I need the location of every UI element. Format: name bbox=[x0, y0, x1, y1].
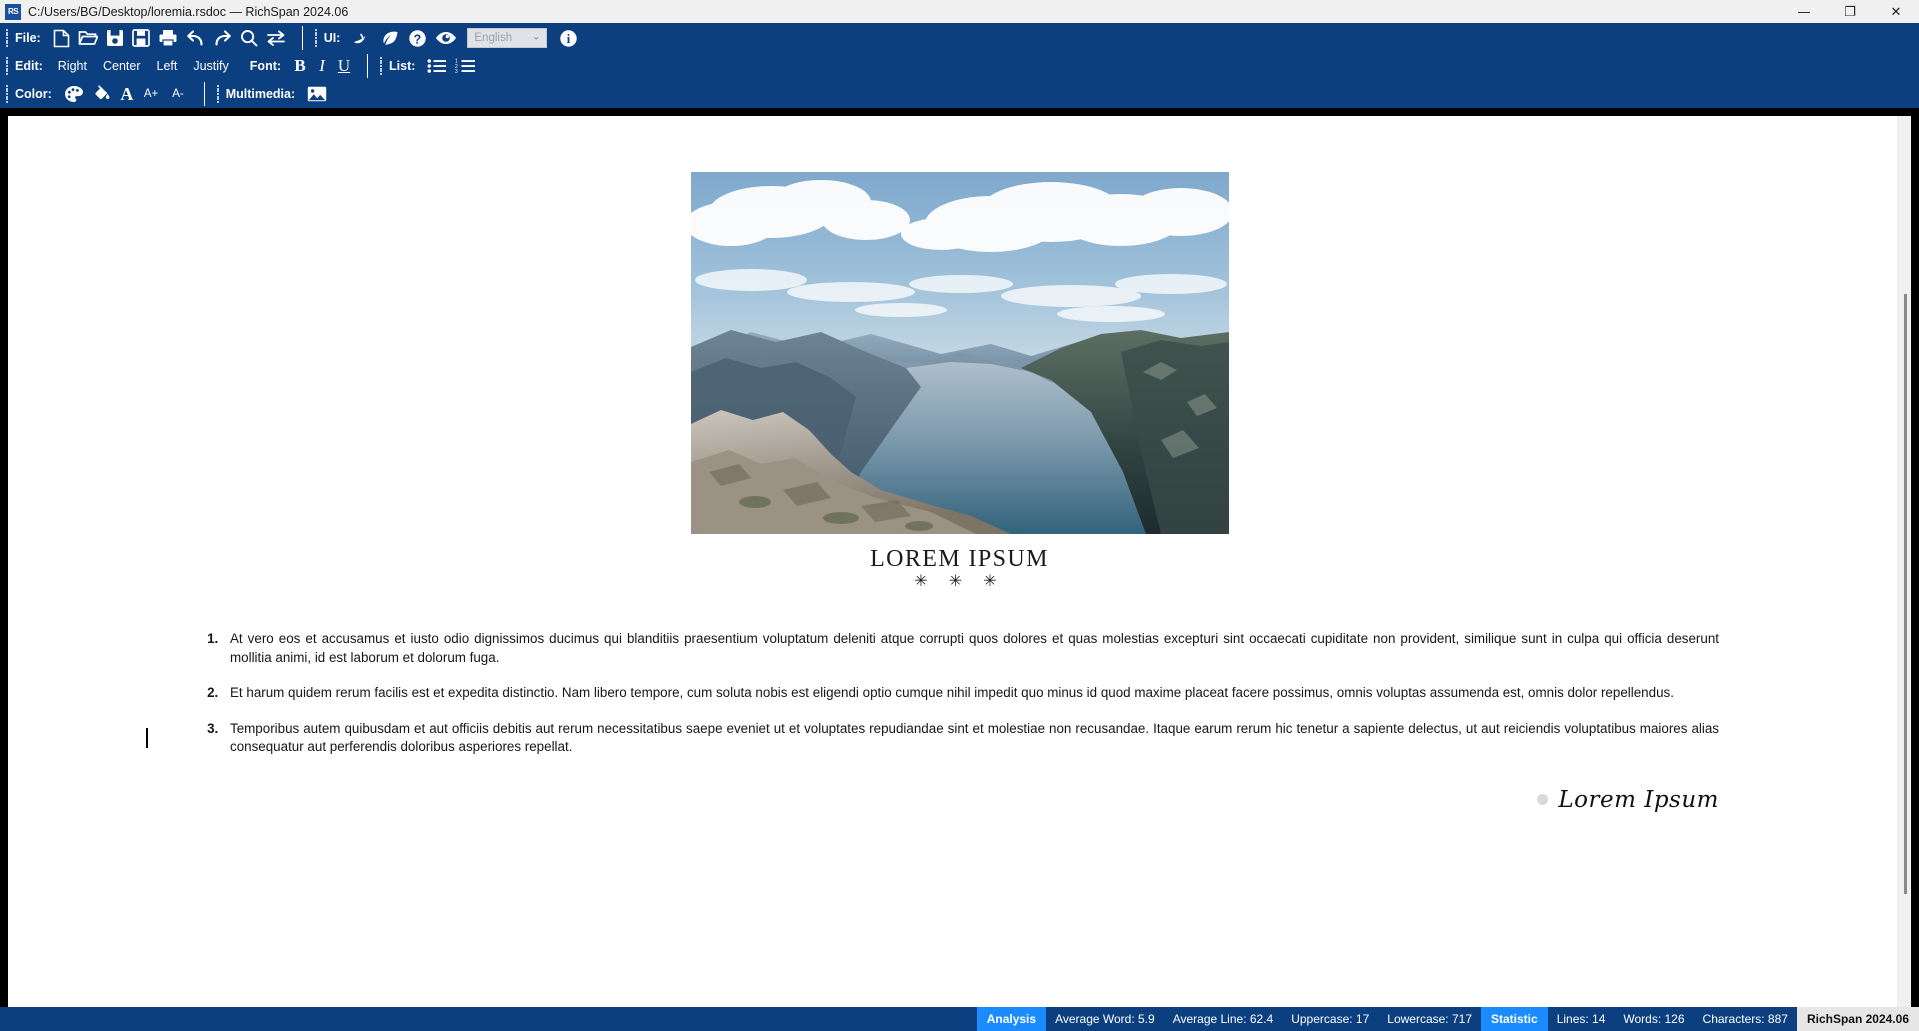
color-toolbar-group: Color: A A+ A- bbox=[0, 80, 202, 108]
editor-workspace: LOREM IPSUM ✳ ✳ ✳ At vero eos et accusam… bbox=[0, 108, 1919, 1007]
app-logo-icon: RS bbox=[5, 3, 21, 20]
toolbar-separator bbox=[301, 26, 303, 50]
color-palette-icon[interactable] bbox=[60, 82, 88, 106]
svg-text:i: i bbox=[567, 32, 571, 46]
undo-icon[interactable] bbox=[182, 26, 209, 50]
document-page[interactable]: LOREM IPSUM ✳ ✳ ✳ At vero eos et accusam… bbox=[8, 116, 1911, 1007]
toolbar-separator bbox=[367, 54, 369, 78]
increase-font-size-button[interactable]: A+ bbox=[138, 83, 164, 105]
document-signature-row: Lorem Ipsum bbox=[70, 787, 1719, 813]
light-theme-icon[interactable] bbox=[376, 26, 404, 50]
multimedia-toolbar-group: Multimedia: bbox=[211, 80, 341, 108]
numbered-list-icon[interactable]: 123 bbox=[451, 54, 480, 78]
replace-icon[interactable] bbox=[262, 26, 290, 50]
document-content[interactable]: LOREM IPSUM ✳ ✳ ✳ At vero eos et accusam… bbox=[8, 116, 1911, 1007]
fill-bucket-icon[interactable] bbox=[88, 82, 116, 106]
svg-text:3: 3 bbox=[455, 69, 458, 74]
edit-toolbar-label: Edit: bbox=[15, 59, 43, 73]
underline-button[interactable]: U bbox=[333, 54, 355, 78]
maximize-restore-button[interactable]: ❐ bbox=[1827, 0, 1873, 24]
status-uppercase: Uppercase: 17 bbox=[1291, 1012, 1370, 1026]
redo-icon[interactable] bbox=[209, 26, 236, 50]
view-icon[interactable] bbox=[431, 26, 461, 50]
toolbar-row-file: File: UI: ? English ⌄ i bbox=[0, 24, 1919, 52]
toolbar-grip-handle[interactable] bbox=[312, 27, 320, 49]
chevron-down-icon: ⌄ bbox=[531, 31, 541, 43]
bold-button[interactable]: B bbox=[289, 54, 311, 78]
align-left-button[interactable]: Left bbox=[150, 55, 185, 77]
italic-button[interactable]: I bbox=[311, 54, 333, 78]
file-toolbar-label: File: bbox=[15, 31, 41, 45]
save-icon[interactable] bbox=[102, 26, 128, 50]
status-analysis-tag[interactable]: Analysis bbox=[976, 1007, 1047, 1031]
toolbar-separator bbox=[203, 82, 205, 106]
list-item[interactable]: Temporibus autem quibusdam et aut offici… bbox=[222, 720, 1719, 757]
document-hero-image[interactable] bbox=[690, 172, 1229, 534]
multimedia-toolbar-label: Multimedia: bbox=[225, 87, 296, 101]
list-item[interactable]: Et harum quidem rerum facilis est et exp… bbox=[222, 684, 1719, 703]
list-toolbar-group: List: 123 bbox=[374, 52, 490, 80]
document-scrollbar[interactable] bbox=[1897, 116, 1911, 1007]
dark-theme-icon[interactable] bbox=[348, 26, 376, 50]
bullet-list-icon[interactable] bbox=[423, 54, 451, 78]
document-title: LOREM IPSUM bbox=[870, 546, 1049, 572]
file-toolbar-group: File: bbox=[0, 24, 300, 52]
language-select-value: English bbox=[474, 32, 513, 44]
insert-image-icon[interactable] bbox=[303, 82, 331, 106]
status-characters: Characters: 887 bbox=[1702, 1012, 1788, 1026]
toolbar-grip-handle[interactable] bbox=[3, 55, 11, 77]
status-statistic-tag[interactable]: Statistic bbox=[1481, 1007, 1548, 1031]
status-average-word: Average Word: 5.9 bbox=[1055, 1012, 1155, 1026]
ui-toolbar-label: UI: bbox=[323, 31, 341, 45]
status-average-line: Average Line: 62.4 bbox=[1172, 1012, 1274, 1026]
print-icon[interactable] bbox=[154, 26, 182, 50]
document-numbered-list[interactable]: At vero eos et accusamus et iusto odio d… bbox=[198, 630, 1719, 757]
list-item[interactable]: At vero eos et accusamus et iusto odio d… bbox=[222, 630, 1719, 667]
window-controls: — ❐ ✕ bbox=[1781, 0, 1919, 24]
svg-text:?: ? bbox=[414, 32, 422, 46]
align-right-button[interactable]: Right bbox=[51, 55, 94, 77]
toolbar-grip-handle[interactable] bbox=[377, 55, 385, 77]
toolbar-grip-handle[interactable] bbox=[214, 83, 222, 105]
window-title: C:/Users/BG/Desktop/loremia.rsdoc — Rich… bbox=[28, 4, 349, 19]
ui-toolbar-group: UI: ? English ⌄ i bbox=[309, 24, 593, 52]
toolbar-grip-handle[interactable] bbox=[3, 27, 11, 49]
minimize-button[interactable]: — bbox=[1781, 0, 1827, 24]
font-color-icon[interactable]: A bbox=[116, 82, 138, 106]
help-icon[interactable]: ? bbox=[404, 26, 431, 50]
save-as-icon[interactable] bbox=[128, 26, 154, 50]
title-bar: RS C:/Users/BG/Desktop/loremia.rsdoc — R… bbox=[0, 0, 1919, 24]
status-bar: Analysis Average Word: 5.9 Average Line:… bbox=[0, 1007, 1919, 1031]
language-select[interactable]: English ⌄ bbox=[467, 28, 548, 48]
status-lowercase: Lowercase: 717 bbox=[1387, 1012, 1472, 1026]
toolbar-row-color: Color: A A+ A- Multimedia: bbox=[0, 80, 1919, 108]
toolbar-row-edit: Edit: Right Center Left Justify Font: B … bbox=[0, 52, 1919, 80]
text-cursor-caret bbox=[146, 728, 148, 748]
find-icon[interactable] bbox=[236, 26, 262, 50]
new-file-icon[interactable] bbox=[49, 26, 74, 50]
document-separator: ✳ ✳ ✳ bbox=[914, 571, 1005, 590]
status-words: Words: 126 bbox=[1623, 1012, 1685, 1026]
info-icon[interactable]: i bbox=[555, 26, 582, 50]
open-file-icon[interactable] bbox=[74, 26, 102, 50]
status-lines: Lines: 14 bbox=[1556, 1012, 1606, 1026]
color-toolbar-label: Color: bbox=[15, 87, 52, 101]
document-signature: Lorem Ipsum bbox=[1558, 786, 1719, 813]
toolbar-grip-handle[interactable] bbox=[3, 83, 11, 105]
decrease-font-size-button[interactable]: A- bbox=[166, 83, 190, 105]
scrollbar-thumb[interactable] bbox=[1904, 294, 1907, 894]
align-center-button[interactable]: Center bbox=[96, 55, 148, 77]
signature-bullet-icon bbox=[1537, 794, 1549, 805]
list-toolbar-label: List: bbox=[389, 59, 416, 73]
status-brand-label: RichSpan 2024.06 bbox=[1796, 1007, 1919, 1031]
font-toolbar-label: Font: bbox=[249, 59, 282, 73]
toolbars: File: UI: ? English ⌄ i Edit: Right Cent… bbox=[0, 24, 1919, 108]
align-justify-button[interactable]: Justify bbox=[186, 55, 235, 77]
close-button[interactable]: ✕ bbox=[1873, 0, 1919, 24]
edit-toolbar-group: Edit: Right Center Left Justify Font: B … bbox=[0, 52, 365, 80]
